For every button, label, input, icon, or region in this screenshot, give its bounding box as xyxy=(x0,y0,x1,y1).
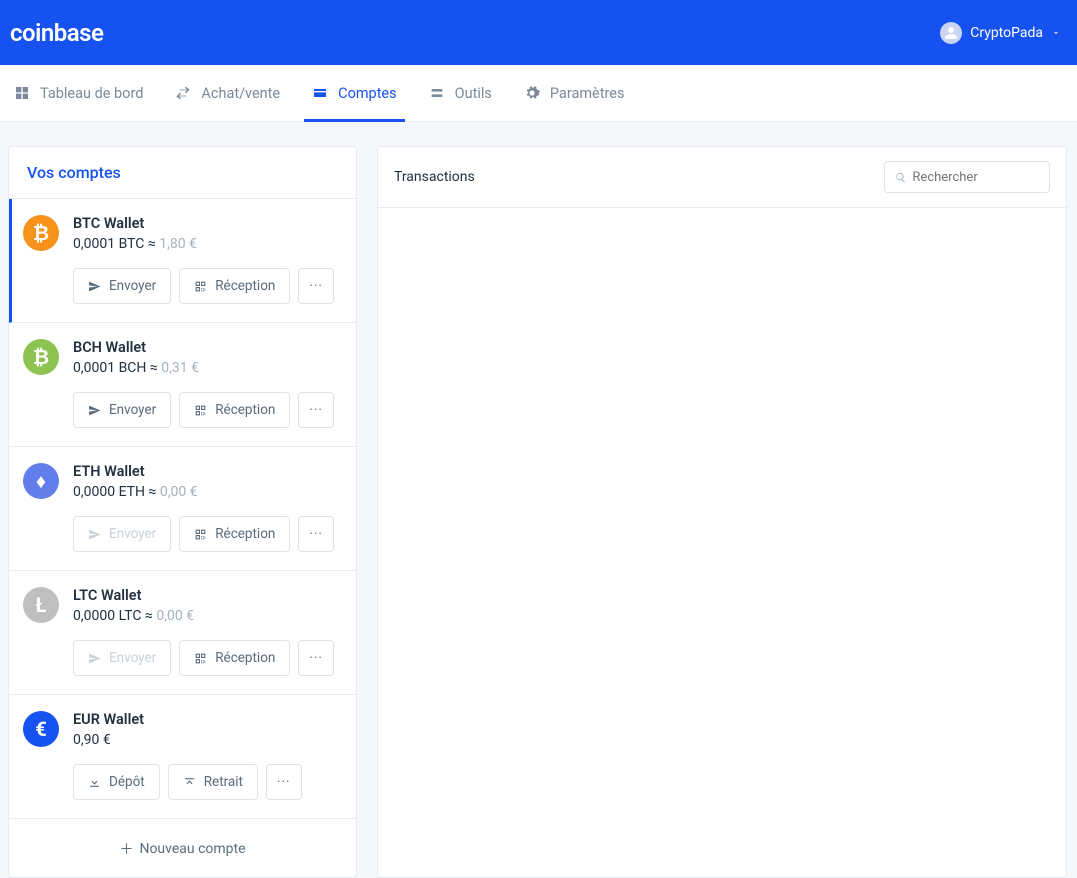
more-button[interactable]: ··· xyxy=(298,392,334,428)
search-input[interactable] xyxy=(912,170,1039,185)
eth-coin-icon: ♦ xyxy=(23,463,59,499)
more-button[interactable]: ··· xyxy=(298,268,334,304)
receive-button[interactable]: Réception xyxy=(179,392,290,428)
wallet-name: LTC Wallet xyxy=(73,587,342,604)
more-button[interactable]: ··· xyxy=(298,640,334,676)
wallet-icon xyxy=(312,85,328,101)
wallet-balance: 0,0001 BTC ≈ 1,80 € xyxy=(73,236,342,252)
content-area: Vos comptes ₿ BTC Wallet 0,0001 BTC ≈ 1,80… xyxy=(0,122,1077,878)
nav-tools[interactable]: Outils xyxy=(425,65,496,121)
search-box[interactable] xyxy=(884,161,1050,193)
tools-icon xyxy=(429,85,445,101)
nav-buysell[interactable]: Achat/vente xyxy=(171,65,284,121)
receive-button[interactable]: Réception xyxy=(179,640,290,676)
accounts-list[interactable]: ₿BTC Wallet0,0001 BTC ≈ 1,80 €EnvoyerRéc… xyxy=(9,199,356,877)
btc-coin-icon: ₿ xyxy=(23,215,59,251)
nav-accounts[interactable]: Comptes xyxy=(308,65,400,121)
bch-coin-icon: ₿ xyxy=(23,339,59,375)
send-button[interactable]: Envoyer xyxy=(73,268,171,304)
eur-coin-icon: € xyxy=(23,711,59,747)
nav-dashboard[interactable]: Tableau de bord xyxy=(10,65,147,121)
transactions-body[interactable] xyxy=(378,208,1066,877)
wallet-balance: 0,0000 ETH ≈ 0,00 € xyxy=(73,484,342,500)
wallet-name: EUR Wallet xyxy=(73,711,342,728)
chevron-down-icon xyxy=(1051,28,1061,38)
send-button: Envoyer xyxy=(73,516,171,552)
accounts-header: Vos comptes xyxy=(9,147,356,199)
swap-icon xyxy=(175,85,191,101)
wallet-name: BTC Wallet xyxy=(73,215,342,232)
nav-label: Tableau de bord xyxy=(40,85,143,102)
wallet-ltc[interactable]: Ł LTC Wallet 0,0000 LTC ≈ 0,00 € EnvoyerRéc… xyxy=(9,571,356,695)
wallet-eur[interactable]: € EUR Wallet 0,90 € DépôtRetrait··· xyxy=(9,695,356,819)
send-button: Envoyer xyxy=(73,640,171,676)
nav-label: Paramètres xyxy=(550,85,625,102)
brand-logo[interactable]: coinbase xyxy=(10,19,103,47)
plus-icon: ＋ xyxy=(119,839,133,859)
avatar-icon xyxy=(940,22,962,44)
nav-label: Outils xyxy=(455,85,492,102)
grid-icon xyxy=(14,85,30,101)
top-bar: coinbase CryptoPada xyxy=(0,0,1077,65)
nav-bar: Tableau de bord Achat/vente Comptes Outi… xyxy=(0,65,1077,122)
wallet-bch[interactable]: ₿ BCH Wallet 0,0001 BCH ≈ 0,31 € EnvoyerRéc… xyxy=(9,323,356,447)
wallet-btc[interactable]: ₿ BTC Wallet 0,0001 BTC ≈ 1,80 € EnvoyerRéc… xyxy=(9,199,356,323)
wallet-balance: 0,0001 BCH ≈ 0,31 € xyxy=(73,360,342,376)
receive-button[interactable]: Réception xyxy=(179,268,290,304)
wallet-eth[interactable]: ♦ ETH Wallet 0,0000 ETH ≈ 0,00 € EnvoyerRéc… xyxy=(9,447,356,571)
wallet-name: BCH Wallet xyxy=(73,339,342,356)
nav-settings[interactable]: Paramètres xyxy=(520,65,629,121)
ltc-coin-icon: Ł xyxy=(23,587,59,623)
wallet-name: ETH Wallet xyxy=(73,463,342,480)
transactions-panel: Transactions xyxy=(377,146,1067,878)
wallet-balance: 0,90 € xyxy=(73,732,342,748)
deposit-button[interactable]: Dépôt xyxy=(73,764,160,800)
gear-icon xyxy=(524,85,540,101)
search-icon xyxy=(895,171,906,184)
user-name: CryptoPada xyxy=(970,25,1043,41)
more-button[interactable]: ··· xyxy=(266,764,302,800)
send-button[interactable]: Envoyer xyxy=(73,392,171,428)
transactions-title: Transactions xyxy=(394,169,475,185)
more-button[interactable]: ··· xyxy=(298,516,334,552)
withdraw-button[interactable]: Retrait xyxy=(168,764,258,800)
user-menu[interactable]: CryptoPada xyxy=(940,22,1061,44)
accounts-panel: Vos comptes ₿ BTC Wallet 0,0001 BTC ≈ 1,80… xyxy=(8,146,357,878)
transactions-header: Transactions xyxy=(378,147,1066,208)
nav-label: Achat/vente xyxy=(201,85,280,102)
nav-label: Comptes xyxy=(338,85,396,102)
receive-button[interactable]: Réception xyxy=(179,516,290,552)
wallet-balance: 0,0000 LTC ≈ 0,00 € xyxy=(73,608,342,624)
new-account-button[interactable]: ＋Nouveau compte xyxy=(9,819,356,877)
